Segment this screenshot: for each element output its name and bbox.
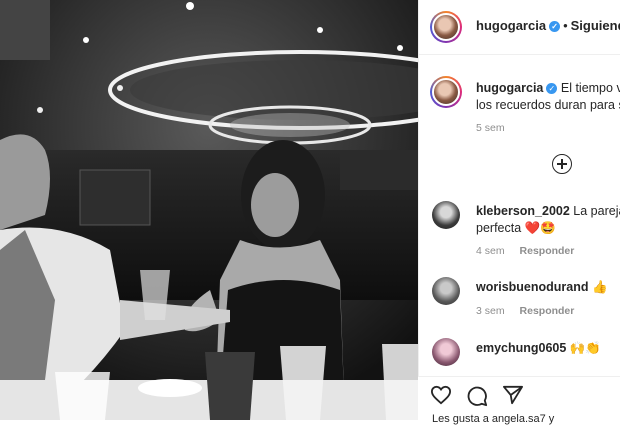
like-heart-icon[interactable]: [430, 385, 452, 405]
caption-avatar[interactable]: [430, 76, 462, 108]
comment-time: 3 sem: [476, 305, 505, 317]
commenter-avatar[interactable]: [432, 338, 460, 366]
comment-username[interactable]: emychung0605: [476, 341, 566, 355]
likes-text[interactable]: Les gusta a angela.sa7 y: [432, 413, 554, 425]
comment-emoji: 🙌👏: [569, 341, 601, 355]
comment-body-line2: perfecta: [476, 221, 522, 235]
caption-time: 5 sem: [476, 122, 505, 134]
load-more-comments-icon[interactable]: [552, 154, 572, 174]
comment-time: 4 sem: [476, 245, 505, 257]
caption-username[interactable]: hugogarcia: [476, 81, 543, 95]
comment-text: emychung0605 🙌👏: [476, 340, 601, 357]
caption-line-2: los recuerdos duran para si: [476, 98, 620, 112]
comment-text: worisbuenodurand 👍: [476, 279, 608, 296]
comment-emoji: ❤️🤩: [524, 221, 556, 235]
commenter-avatar[interactable]: [432, 201, 460, 229]
photo-scene: [0, 0, 418, 420]
comment-emoji: 👍: [591, 280, 608, 294]
comment-meta: 3 sem Responder: [476, 305, 574, 317]
comment-meta: 4 sem Responder: [476, 245, 574, 257]
post-photo[interactable]: [0, 0, 418, 420]
caption-text: hugogarcia✓ El tiempo vu los recuerdos d…: [476, 80, 620, 114]
post-actions-bar: Les gusta a angela.sa7 y: [418, 376, 620, 425]
comment-body: La pareja: [573, 204, 620, 218]
caption-line-1: El tiempo vu: [560, 81, 620, 95]
comment-username[interactable]: kleberson_2002: [476, 204, 570, 218]
commenter-avatar[interactable]: [432, 277, 460, 305]
caption: hugogarcia✓ El tiempo vu los recuerdos d…: [418, 0, 620, 140]
comment-username[interactable]: worisbuenodurand: [476, 280, 589, 294]
comment-bubble-icon[interactable]: [466, 385, 488, 407]
verified-badge-icon: ✓: [546, 83, 558, 94]
share-direct-icon[interactable]: [502, 385, 524, 405]
reply-button[interactable]: Responder: [520, 305, 575, 317]
comment-text: kleberson_2002 La pareja perfecta ❤️🤩: [476, 203, 620, 237]
reply-button[interactable]: Responder: [520, 245, 575, 257]
